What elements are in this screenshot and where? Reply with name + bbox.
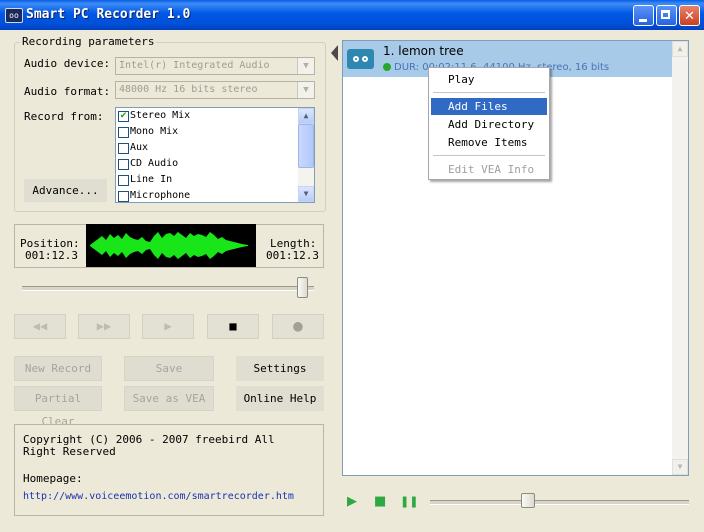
- rewind-icon: ◀◀: [32, 319, 48, 333]
- window-title: Smart PC Recorder 1.0: [26, 7, 191, 22]
- collapse-arrow-icon[interactable]: [331, 45, 338, 61]
- menu-separator: [433, 155, 545, 156]
- maximize-button[interactable]: [656, 5, 677, 26]
- play-button[interactable]: ▶: [142, 314, 194, 339]
- minimize-icon: [639, 19, 647, 22]
- tape-icon: [347, 49, 374, 69]
- homepage-link[interactable]: http://www.voiceemotion.com/smartrecorde…: [23, 491, 294, 502]
- fast-forward-button[interactable]: ▶▶: [78, 314, 130, 339]
- audio-format-value: 48000 Hz 16 bits stereo: [119, 84, 258, 95]
- app-logo-icon: oo: [5, 8, 23, 23]
- advance-button[interactable]: Advance...: [24, 179, 107, 202]
- checkbox[interactable]: [118, 127, 129, 138]
- online-help-button[interactable]: Online Help: [236, 386, 324, 411]
- recording-parameters-title: Recording parameters: [20, 35, 157, 48]
- scroll-thumb[interactable]: [298, 124, 314, 168]
- audio-device-select[interactable]: Intel(r) Integrated Audio ▼: [115, 57, 315, 75]
- length-value: 001:12.3: [266, 249, 319, 262]
- play-icon: ▶: [347, 494, 357, 509]
- scroll-up-icon[interactable]: ▲: [298, 108, 314, 124]
- menu-separator: [433, 92, 545, 93]
- menu-item-remove-items[interactable]: Remove Items: [431, 134, 547, 151]
- audio-device-value: Intel(r) Integrated Audio: [119, 60, 270, 71]
- stop-icon: ■: [229, 319, 237, 333]
- audio-format-select[interactable]: 48000 Hz 16 bits stereo ▼: [115, 81, 315, 99]
- partial-clear-button[interactable]: Partial Clear: [14, 386, 102, 428]
- app-window: oo Smart PC Recorder 1.0 ✕ Recording par…: [0, 0, 704, 532]
- record-icon: ●: [293, 316, 303, 335]
- new-record-button[interactable]: New Record: [14, 356, 102, 381]
- checkbox[interactable]: [118, 191, 129, 202]
- fast-forward-icon: ▶▶: [96, 319, 112, 333]
- context-menu: Play Add Files Add Directory Remove Item…: [428, 67, 550, 180]
- scroll-down-icon[interactable]: ▼: [298, 186, 314, 202]
- player-play-button[interactable]: ▶: [347, 494, 357, 509]
- menu-item-add-directory[interactable]: Add Directory: [431, 116, 547, 133]
- menu-item-add-files[interactable]: Add Files: [431, 98, 547, 115]
- record-from-label: Record from:: [24, 110, 104, 123]
- save-as-vea-button[interactable]: Save as VEA: [124, 386, 214, 411]
- track-title: 1. lemon tree: [383, 44, 464, 58]
- stop-icon: ■: [374, 494, 387, 509]
- scroll-down-icon[interactable]: ▼: [672, 459, 688, 475]
- chevron-down-icon: ▼: [297, 58, 314, 74]
- playing-icon: [383, 63, 391, 71]
- checkbox[interactable]: ✔: [118, 111, 129, 122]
- title-bar[interactable]: oo Smart PC Recorder 1.0 ✕: [0, 0, 704, 30]
- maximize-icon: [661, 10, 670, 19]
- copyright-text: Copyright (C) 2006 - 2007 freebird All R…: [23, 433, 275, 458]
- rewind-button[interactable]: ◀◀: [14, 314, 66, 339]
- audio-device-label: Audio device:: [24, 57, 111, 70]
- waveform-display: [86, 224, 256, 267]
- menu-item-play[interactable]: Play: [431, 71, 547, 88]
- chevron-down-icon: ▼: [297, 82, 314, 98]
- record-source-list[interactable]: ✔ Stereo Mix Mono Mix Aux CD Audio Line I…: [115, 107, 315, 203]
- checkbox[interactable]: [118, 143, 129, 154]
- menu-item-edit-vea-info[interactable]: Edit VEA Info: [431, 161, 547, 178]
- position-value: 001:12.3: [25, 249, 78, 262]
- scroll-up-icon[interactable]: ▲: [672, 41, 688, 57]
- playlist-scrollbar[interactable]: ▲ ▼: [672, 41, 688, 475]
- audio-format-label: Audio format:: [24, 85, 111, 98]
- seek-slider-thumb[interactable]: [297, 277, 309, 298]
- pause-icon: ❚❚: [400, 495, 419, 508]
- close-button[interactable]: ✕: [679, 5, 700, 26]
- save-button[interactable]: Save: [124, 356, 214, 381]
- settings-button[interactable]: Settings: [236, 356, 324, 381]
- player-pause-button[interactable]: ❚❚: [400, 495, 418, 508]
- stop-button[interactable]: ■: [207, 314, 259, 339]
- play-icon: ▶: [164, 319, 172, 333]
- source-list-scrollbar[interactable]: ▲ ▼: [298, 108, 314, 202]
- volume-slider-thumb[interactable]: [520, 493, 535, 508]
- checkbox[interactable]: [118, 159, 129, 170]
- waveform-graphic: [90, 232, 248, 259]
- player-stop-button[interactable]: ■: [374, 494, 386, 509]
- seek-slider-track[interactable]: [22, 286, 314, 291]
- minimize-button[interactable]: [633, 5, 654, 26]
- volume-slider-track[interactable]: [430, 500, 689, 505]
- checkbox[interactable]: [118, 175, 129, 186]
- record-button[interactable]: ●: [272, 314, 324, 339]
- homepage-label: Homepage:: [23, 472, 83, 485]
- close-icon: ✕: [684, 9, 695, 24]
